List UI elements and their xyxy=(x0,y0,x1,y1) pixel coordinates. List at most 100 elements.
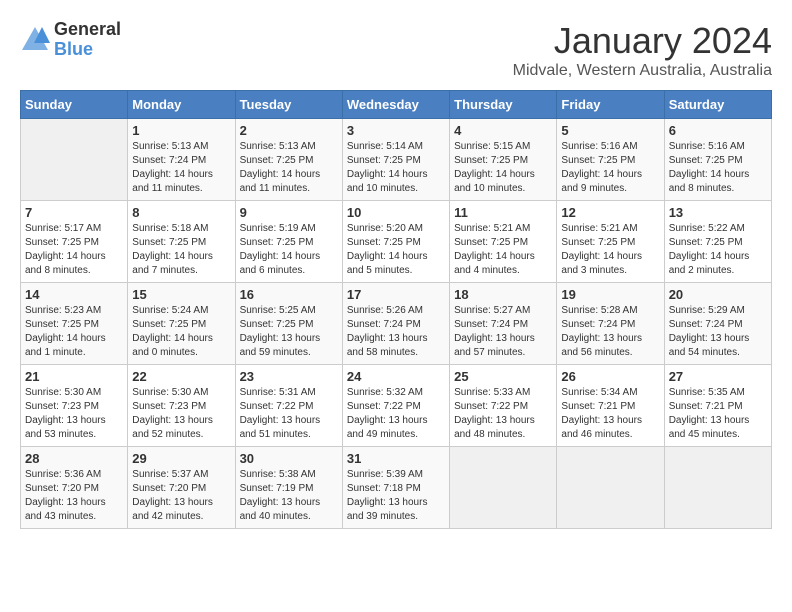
weekday-header: Thursday xyxy=(450,91,557,119)
calendar-cell: 8 Sunrise: 5:18 AM Sunset: 7:25 PM Daylig… xyxy=(128,201,235,283)
day-number: 11 xyxy=(454,205,552,220)
calendar-cell xyxy=(664,447,771,529)
weekday-header-row: SundayMondayTuesdayWednesdayThursdayFrid… xyxy=(21,91,772,119)
calendar-cell: 16 Sunrise: 5:25 AM Sunset: 7:25 PM Dayli… xyxy=(235,283,342,365)
calendar-cell: 29 Sunrise: 5:37 AM Sunset: 7:20 PM Dayli… xyxy=(128,447,235,529)
day-number: 14 xyxy=(25,287,123,302)
day-number: 6 xyxy=(669,123,767,138)
day-number: 12 xyxy=(561,205,659,220)
day-info: Sunrise: 5:30 AM Sunset: 7:23 PM Dayligh… xyxy=(25,386,123,442)
calendar-cell: 12Sunrise: 5:21 AM Sunset: 7:25 PM Dayli… xyxy=(557,201,664,283)
day-info: Sunrise: 5:15 AM Sunset: 7:25 PM Dayligh… xyxy=(454,140,552,196)
day-info: Sunrise: 5:35 AM Sunset: 7:21 PM Dayligh… xyxy=(669,386,767,442)
day-number: 10 xyxy=(347,205,445,220)
day-number: 1 xyxy=(132,123,230,138)
calendar-cell: 18 Sunrise: 5:27 AM Sunset: 7:24 PM Dayli… xyxy=(450,283,557,365)
calendar-cell: 6Sunrise: 5:16 AM Sunset: 7:25 PM Daylig… xyxy=(664,119,771,201)
calendar-cell: 3 Sunrise: 5:14 AM Sunset: 7:25 PM Daylig… xyxy=(342,119,449,201)
logo-icon xyxy=(20,25,50,55)
calendar-cell: 15 Sunrise: 5:24 AM Sunset: 7:25 PM Dayli… xyxy=(128,283,235,365)
day-number: 9 xyxy=(240,205,338,220)
calendar-cell: 31 Sunrise: 5:39 AM Sunset: 7:18 PM Dayli… xyxy=(342,447,449,529)
calendar-cell: 27 Sunrise: 5:35 AM Sunset: 7:21 PM Dayli… xyxy=(664,365,771,447)
calendar-week-row: 7 Sunrise: 5:17 AM Sunset: 7:25 PM Daylig… xyxy=(21,201,772,283)
day-number: 29 xyxy=(132,451,230,466)
day-info: Sunrise: 5:22 AM Sunset: 7:25 PM Dayligh… xyxy=(669,222,767,278)
calendar-cell: 17 Sunrise: 5:26 AM Sunset: 7:24 PM Dayli… xyxy=(342,283,449,365)
calendar-cell: 25Sunrise: 5:33 AM Sunset: 7:22 PM Dayli… xyxy=(450,365,557,447)
logo: General Blue xyxy=(20,20,121,60)
day-number: 27 xyxy=(669,369,767,384)
page-header: General Blue January 2024 Midvale, Weste… xyxy=(20,20,772,80)
day-number: 17 xyxy=(347,287,445,302)
day-info: Sunrise: 5:13 AM Sunset: 7:24 PM Dayligh… xyxy=(132,140,230,196)
day-number: 7 xyxy=(25,205,123,220)
day-number: 3 xyxy=(347,123,445,138)
day-number: 19 xyxy=(561,287,659,302)
day-info: Sunrise: 5:28 AM Sunset: 7:24 PM Dayligh… xyxy=(561,304,659,360)
calendar-cell: 30 Sunrise: 5:38 AM Sunset: 7:19 PM Dayli… xyxy=(235,447,342,529)
day-number: 16 xyxy=(240,287,338,302)
day-number: 28 xyxy=(25,451,123,466)
day-info: Sunrise: 5:21 AM Sunset: 7:25 PM Dayligh… xyxy=(454,222,552,278)
day-number: 18 xyxy=(454,287,552,302)
day-number: 26 xyxy=(561,369,659,384)
calendar-cell: 1 Sunrise: 5:13 AM Sunset: 7:24 PM Daylig… xyxy=(128,119,235,201)
day-number: 30 xyxy=(240,451,338,466)
logo-general: General xyxy=(54,20,121,40)
day-info: Sunrise: 5:19 AM Sunset: 7:25 PM Dayligh… xyxy=(240,222,338,278)
day-number: 21 xyxy=(25,369,123,384)
day-number: 4 xyxy=(454,123,552,138)
calendar-cell xyxy=(21,119,128,201)
weekday-header: Tuesday xyxy=(235,91,342,119)
day-info: Sunrise: 5:30 AM Sunset: 7:23 PM Dayligh… xyxy=(132,386,230,442)
day-info: Sunrise: 5:32 AM Sunset: 7:22 PM Dayligh… xyxy=(347,386,445,442)
calendar-cell: 10 Sunrise: 5:20 AM Sunset: 7:25 PM Dayli… xyxy=(342,201,449,283)
title-block: January 2024 Midvale, Western Australia,… xyxy=(513,20,772,80)
calendar-cell: 9 Sunrise: 5:19 AM Sunset: 7:25 PM Daylig… xyxy=(235,201,342,283)
calendar-cell xyxy=(557,447,664,529)
location: Midvale, Western Australia, Australia xyxy=(513,62,772,80)
day-info: Sunrise: 5:33 AM Sunset: 7:22 PM Dayligh… xyxy=(454,386,552,442)
day-info: Sunrise: 5:39 AM Sunset: 7:18 PM Dayligh… xyxy=(347,468,445,524)
day-info: Sunrise: 5:26 AM Sunset: 7:24 PM Dayligh… xyxy=(347,304,445,360)
day-info: Sunrise: 5:13 AM Sunset: 7:25 PM Dayligh… xyxy=(240,140,338,196)
day-info: Sunrise: 5:36 AM Sunset: 7:20 PM Dayligh… xyxy=(25,468,123,524)
day-info: Sunrise: 5:37 AM Sunset: 7:20 PM Dayligh… xyxy=(132,468,230,524)
calendar-week-row: 1 Sunrise: 5:13 AM Sunset: 7:24 PM Daylig… xyxy=(21,119,772,201)
calendar-week-row: 21 Sunrise: 5:30 AM Sunset: 7:23 PM Dayli… xyxy=(21,365,772,447)
day-number: 24 xyxy=(347,369,445,384)
day-info: Sunrise: 5:17 AM Sunset: 7:25 PM Dayligh… xyxy=(25,222,123,278)
calendar-cell: 22Sunrise: 5:30 AM Sunset: 7:23 PM Dayli… xyxy=(128,365,235,447)
calendar-cell: 26 Sunrise: 5:34 AM Sunset: 7:21 PM Dayli… xyxy=(557,365,664,447)
calendar-cell: 7 Sunrise: 5:17 AM Sunset: 7:25 PM Daylig… xyxy=(21,201,128,283)
day-info: Sunrise: 5:34 AM Sunset: 7:21 PM Dayligh… xyxy=(561,386,659,442)
day-info: Sunrise: 5:27 AM Sunset: 7:24 PM Dayligh… xyxy=(454,304,552,360)
logo-text: General Blue xyxy=(54,20,121,60)
calendar-cell: 14Sunrise: 5:23 AM Sunset: 7:25 PM Dayli… xyxy=(21,283,128,365)
day-number: 15 xyxy=(132,287,230,302)
day-number: 5 xyxy=(561,123,659,138)
day-info: Sunrise: 5:24 AM Sunset: 7:25 PM Dayligh… xyxy=(132,304,230,360)
calendar-week-row: 14Sunrise: 5:23 AM Sunset: 7:25 PM Dayli… xyxy=(21,283,772,365)
day-info: Sunrise: 5:38 AM Sunset: 7:19 PM Dayligh… xyxy=(240,468,338,524)
day-info: Sunrise: 5:29 AM Sunset: 7:24 PM Dayligh… xyxy=(669,304,767,360)
day-number: 8 xyxy=(132,205,230,220)
calendar-cell: 4 Sunrise: 5:15 AM Sunset: 7:25 PM Daylig… xyxy=(450,119,557,201)
calendar-cell: 28 Sunrise: 5:36 AM Sunset: 7:20 PM Dayli… xyxy=(21,447,128,529)
day-info: Sunrise: 5:20 AM Sunset: 7:25 PM Dayligh… xyxy=(347,222,445,278)
logo-blue: Blue xyxy=(54,40,121,60)
day-number: 31 xyxy=(347,451,445,466)
day-info: Sunrise: 5:18 AM Sunset: 7:25 PM Dayligh… xyxy=(132,222,230,278)
calendar-cell: 23Sunrise: 5:31 AM Sunset: 7:22 PM Dayli… xyxy=(235,365,342,447)
day-number: 13 xyxy=(669,205,767,220)
weekday-header: Wednesday xyxy=(342,91,449,119)
day-info: Sunrise: 5:14 AM Sunset: 7:25 PM Dayligh… xyxy=(347,140,445,196)
calendar-table: SundayMondayTuesdayWednesdayThursdayFrid… xyxy=(20,90,772,529)
calendar-cell: 20Sunrise: 5:29 AM Sunset: 7:24 PM Dayli… xyxy=(664,283,771,365)
calendar-cell: 21 Sunrise: 5:30 AM Sunset: 7:23 PM Dayli… xyxy=(21,365,128,447)
day-info: Sunrise: 5:25 AM Sunset: 7:25 PM Dayligh… xyxy=(240,304,338,360)
month-title: January 2024 xyxy=(513,20,772,62)
calendar-week-row: 28 Sunrise: 5:36 AM Sunset: 7:20 PM Dayli… xyxy=(21,447,772,529)
day-info: Sunrise: 5:31 AM Sunset: 7:22 PM Dayligh… xyxy=(240,386,338,442)
